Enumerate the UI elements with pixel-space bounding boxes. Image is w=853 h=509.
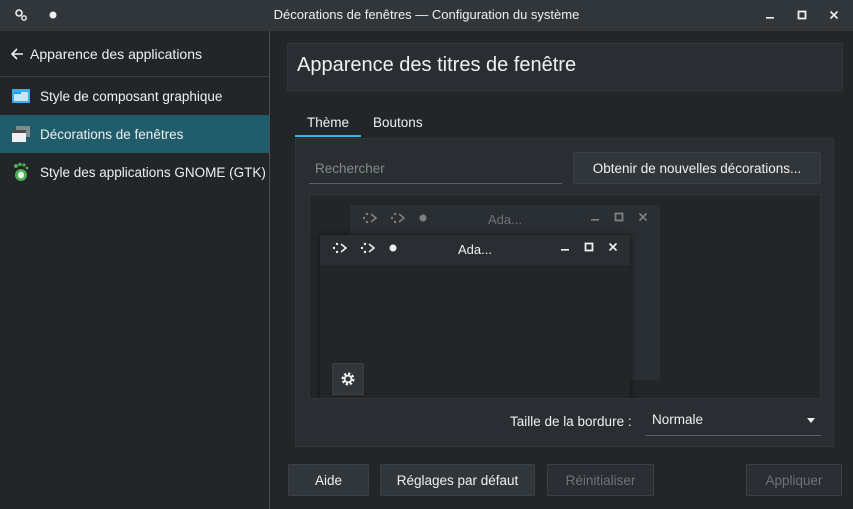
get-new-decorations-button[interactable]: Obtenir de nouvelles décorations... [573,152,821,184]
sidebar-item-widget-style[interactable]: Style de composant graphique [0,77,269,115]
title-bar: Décorations de fenêtres — Configuration … [0,0,853,31]
defaults-button[interactable]: Réglages par défaut [380,464,535,496]
sidebar-header-label: Apparence des applications [30,45,203,62]
minimize-icon [561,249,569,251]
apply-button[interactable]: Appliquer [746,464,842,496]
close-icon [608,242,618,252]
sidebar-item-label: Style de composant graphique [40,88,223,104]
sidebar: Apparence des applications Style de comp… [0,31,270,509]
border-size-value: Normale [652,412,704,427]
tab-buttons[interactable]: Boutons [361,111,435,137]
window-decorations-icon [10,123,32,145]
sidebar-item-gtk-style[interactable]: Style des applications GNOME (GTK) [0,153,269,191]
page-header: Apparence des titres de fenêtre [287,43,843,91]
preview-window-active: Ada... [320,235,630,398]
close-icon[interactable] [827,8,841,22]
tab-bar: Thème Boutons [295,111,435,137]
theme-panel: Rechercher Obtenir de nouvelles décorati… [295,138,834,447]
gear-icon [341,372,355,386]
chevron-down-icon [807,418,815,423]
page-title: Apparence des titres de fenêtre [297,54,577,76]
configure-decoration-button[interactable] [332,363,364,395]
help-button[interactable]: Aide [288,464,369,496]
sidebar-back-header[interactable]: Apparence des applications [0,31,269,77]
maximize-icon [584,242,594,252]
sidebar-item-label: Décorations de fenêtres [40,126,184,142]
preview-titlebar: Ada... [320,235,630,265]
sidebar-item-label: Style des applications GNOME (GTK) [40,164,266,180]
minimize-icon [591,219,599,221]
close-icon [638,212,648,222]
maximize-icon[interactable] [795,8,809,22]
window-title: Décorations de fenêtres — Configuration … [273,7,580,22]
minimize-icon[interactable] [763,8,777,22]
preview-titlebar: Ada... [350,205,660,235]
main-content: Apparence des titres de fenêtre Thème Bo… [271,31,853,509]
back-arrow-icon [10,47,23,60]
search-input[interactable]: Rechercher [309,156,562,184]
border-size-label: Taille de la bordure : [510,414,632,429]
decoration-preview[interactable]: Ada... Ada... [309,194,821,399]
maximize-icon [614,212,624,222]
tab-theme[interactable]: Thème [295,111,362,137]
gtk-foot-icon [10,161,32,183]
border-size-select[interactable]: Normale [646,406,821,436]
widget-style-icon [10,85,32,107]
sidebar-item-window-decorations[interactable]: Décorations de fenêtres [0,115,269,153]
reset-button[interactable]: Réinitialiser [547,464,654,496]
